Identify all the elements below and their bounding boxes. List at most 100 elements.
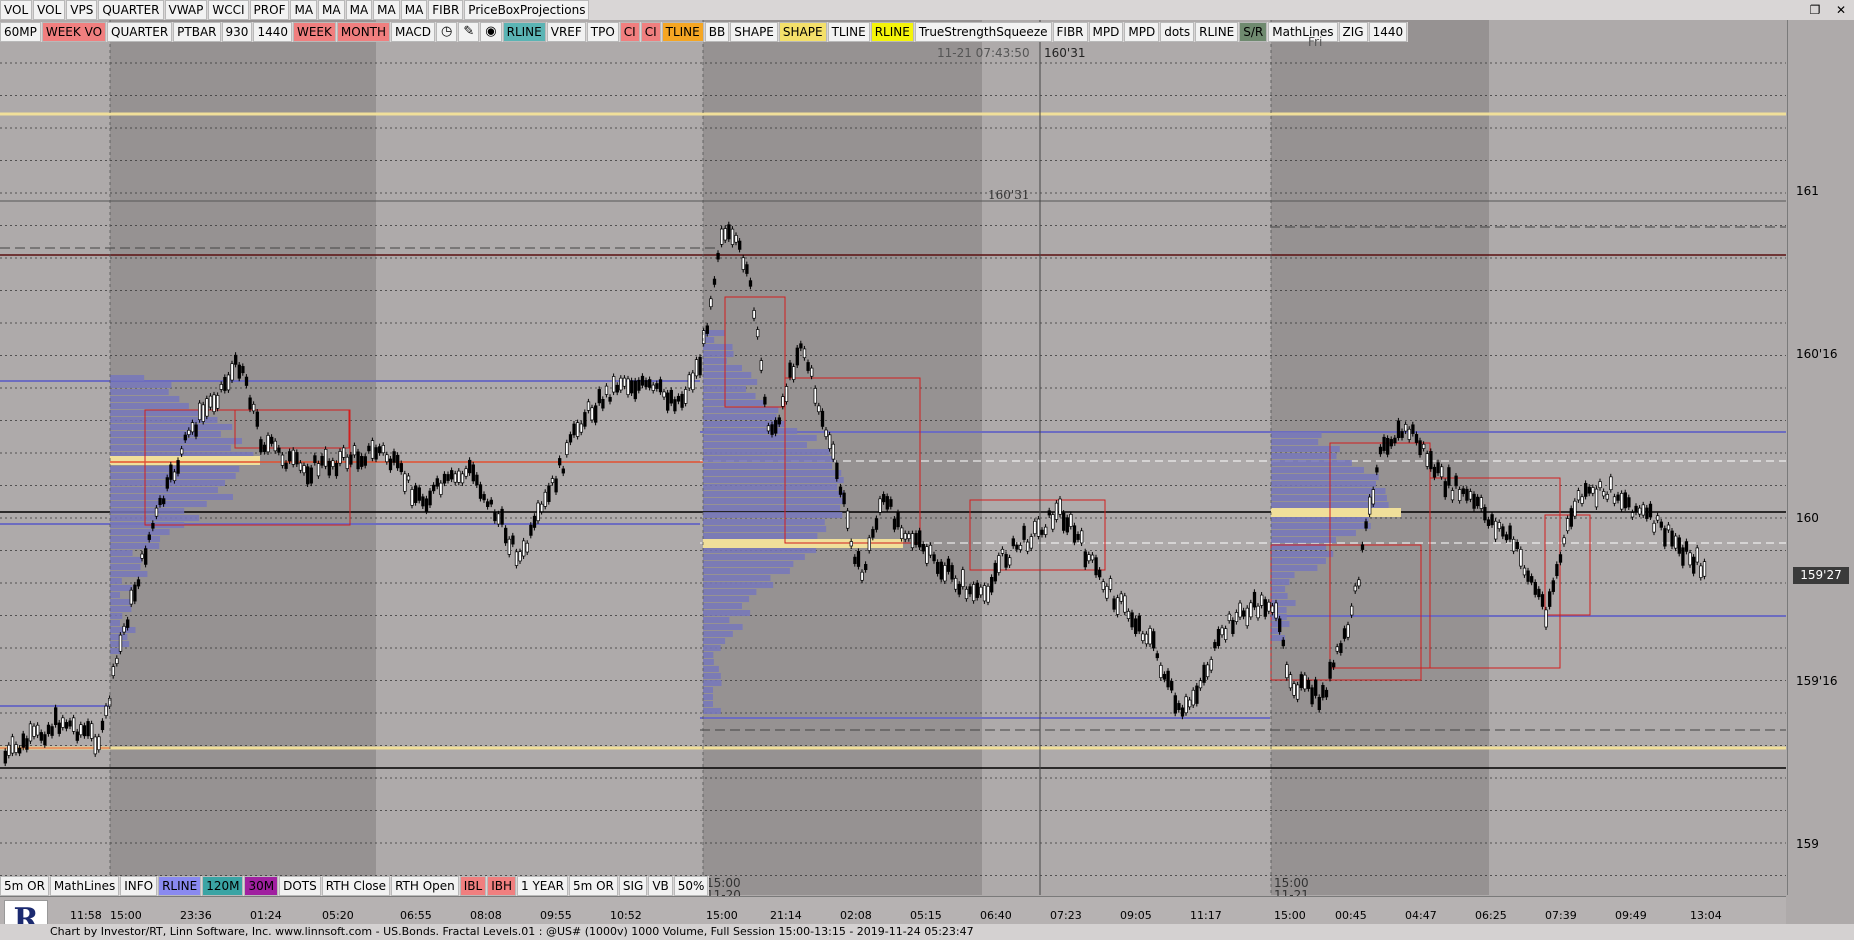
toolbar-button-ibh[interactable]: IBH (487, 876, 516, 896)
candle (1613, 497, 1616, 503)
toolbar-button-rth-open[interactable]: RTH Open (391, 876, 459, 896)
toolbar-button-wcci[interactable]: WCCI (208, 0, 248, 20)
toolbar-button-sig[interactable]: SIG (619, 876, 647, 896)
volume-profile-bar (703, 365, 742, 371)
toolbar-button-s-r[interactable]: S/R (1239, 22, 1267, 42)
candle (1430, 451, 1433, 468)
volume-profile-bar (703, 673, 721, 679)
chart-area[interactable] (0, 0, 1786, 895)
candle (630, 381, 633, 393)
toolbar-button-ma[interactable]: MA (318, 0, 345, 20)
toolbar-button-5m-or[interactable]: 5m OR (0, 876, 49, 896)
candle (692, 373, 695, 390)
volume-profile-bar (703, 491, 844, 497)
time-tick: 07:23 (1050, 909, 1082, 922)
candle (483, 494, 486, 499)
toolbar-button-vb[interactable]: VB (648, 876, 672, 896)
toolbar-button-month[interactable]: MONTH (337, 22, 390, 42)
toolbar-button-week[interactable]: WEEK (293, 22, 336, 42)
candle (1473, 494, 1476, 508)
toolbar-button-vref[interactable]: VREF (547, 22, 586, 42)
toolbar-button-week-vo[interactable]: WEEK VO (42, 22, 106, 42)
toolbar-button-ibl[interactable]: IBL (460, 876, 486, 896)
candle (36, 725, 39, 735)
candle (926, 547, 929, 564)
candle (101, 721, 104, 730)
volume-profile-bar (703, 470, 841, 476)
candle (1026, 542, 1029, 551)
toolbar-button-120m[interactable]: 120M (202, 876, 243, 896)
toolbar-button-mpd[interactable]: MPD (1089, 22, 1124, 42)
volume-profile-bar (703, 659, 714, 665)
toolbar-button-30m[interactable]: 30M (244, 876, 278, 896)
time-axis[interactable]: 11:58 15:00 23:36 01:24 05:20 06:55 08:08 09:55… (0, 896, 1786, 925)
toolbar-button-truestrengthsqueeze[interactable]: TrueStrengthSqueeze (915, 22, 1052, 42)
toolbar-button-priceboxprojections[interactable]: PriceBoxProjections (464, 0, 589, 20)
toolbar-button-quarter[interactable]: QUARTER (98, 0, 163, 20)
toolbar-button-vps[interactable]: VPS (66, 0, 97, 20)
candle (580, 424, 583, 432)
toolbar-button-zig[interactable]: ZIG (1339, 22, 1368, 42)
toolbar-button-fibr[interactable]: FIBR (428, 0, 463, 20)
candle (1343, 629, 1346, 639)
toolbar-button-vol[interactable]: VOL (33, 0, 65, 20)
restore-icon[interactable]: ❐ (1802, 0, 1828, 20)
toolbar-button-tline[interactable]: TLINE (828, 22, 870, 42)
toolbar-button-info[interactable]: INFO (120, 876, 157, 896)
toolbar-button-1440[interactable]: 1440 (253, 22, 292, 42)
target-icon[interactable]: ◉ (480, 22, 501, 42)
toolbar-button-mpd[interactable]: MPD (1124, 22, 1159, 42)
toolbar-button-ma[interactable]: MA (290, 0, 317, 20)
pencil-icon[interactable]: ✎ (458, 22, 479, 42)
toolbar-button-quarter[interactable]: QUARTER (107, 22, 172, 42)
toolbar-button-bb[interactable]: BB (705, 22, 729, 42)
toolbar-button-vwap[interactable]: VWAP (165, 0, 208, 20)
toolbar-button-930[interactable]: 930 (222, 22, 253, 42)
toolbar-button-rline[interactable]: RLINE (503, 22, 546, 42)
volume-profile-bar (703, 575, 770, 581)
candle (1458, 490, 1461, 501)
toolbar-button-60mp[interactable]: 60MP (0, 22, 41, 42)
candle (1095, 558, 1098, 575)
toolbar-button-ma[interactable]: MA (373, 0, 400, 20)
candle (958, 584, 961, 594)
toolbar-button-ptbar[interactable]: PTBAR (173, 22, 220, 42)
toolbar-button-ma[interactable]: MA (401, 0, 428, 20)
price-chart[interactable] (0, 0, 1786, 895)
toolbar-button-prof[interactable]: PROF (250, 0, 290, 20)
toolbar-button-tpo[interactable]: TPO (587, 22, 619, 42)
toolbar-button-mathlines[interactable]: MathLines (1268, 22, 1337, 42)
toolbar-button-ci[interactable]: CI (620, 22, 640, 42)
toolbar-button-50-[interactable]: 50% (674, 876, 709, 896)
candle (454, 474, 457, 482)
toolbar-button-ci[interactable]: CI (641, 22, 661, 42)
volume-profile-bar (110, 403, 189, 409)
toolbar-button-vol[interactable]: VOL (0, 0, 32, 20)
candle (1160, 665, 1163, 677)
toolbar-button-5m-or[interactable]: 5m OR (569, 876, 618, 896)
candle (40, 732, 43, 740)
toolbar-button-rline[interactable]: RLINE (1195, 22, 1238, 42)
toolbar-button-macd[interactable]: MACD (391, 22, 435, 42)
candle (33, 726, 36, 736)
toolbar-button-fibr[interactable]: FIBR (1053, 22, 1088, 42)
price-axis[interactable] (1787, 20, 1854, 895)
toolbar-button-ma[interactable]: MA (346, 0, 373, 20)
volume-profile-bar (703, 687, 713, 693)
toolbar-button-rline[interactable]: RLINE (871, 22, 914, 42)
toolbar-button-shape[interactable]: SHAPE (779, 22, 827, 42)
clock-icon[interactable]: ◷ (436, 22, 457, 42)
candle (8, 745, 11, 755)
toolbar-button-rth-close[interactable]: RTH Close (322, 876, 390, 896)
toolbar-button-rline[interactable]: RLINE (158, 876, 201, 896)
toolbar-button-1-year[interactable]: 1 YEAR (517, 876, 568, 896)
toolbar-button-mathlines[interactable]: MathLines (50, 876, 119, 896)
toolbar-button-dots[interactable]: DOTS (279, 876, 321, 896)
toolbar-button-tline[interactable]: TLINE (662, 22, 704, 42)
toolbar-button-dots[interactable]: dots (1160, 22, 1194, 42)
toolbar-button-1440[interactable]: 1440 (1369, 22, 1408, 42)
candle (1102, 582, 1105, 590)
candle (1592, 487, 1595, 493)
close-icon[interactable]: ✕ (1828, 0, 1854, 20)
toolbar-button-shape[interactable]: SHAPE (730, 22, 778, 42)
